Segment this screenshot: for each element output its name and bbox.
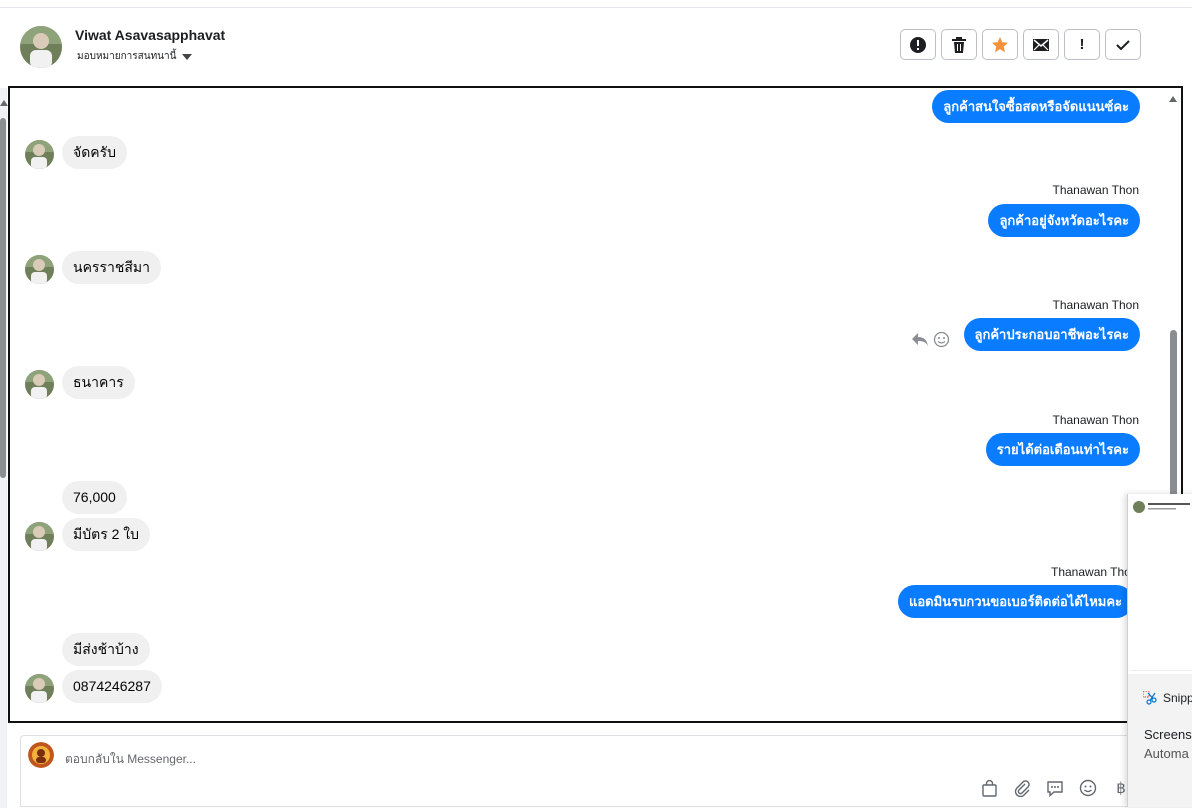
- incoming-message[interactable]: นครราชสีมา: [62, 251, 161, 284]
- react-emoji-icon[interactable]: [933, 331, 950, 353]
- outgoing-message[interactable]: ลูกค้าประกอบอาชีพอะไรคะ: [963, 318, 1140, 351]
- sender-name: Thanawan Thon: [1052, 183, 1139, 197]
- caret-down-icon: [182, 53, 193, 60]
- exclamation-icon: !: [1079, 36, 1085, 53]
- contact-avatar-small[interactable]: [25, 674, 54, 703]
- envelope-icon: [1033, 38, 1049, 51]
- scroll-up-icon[interactable]: [1169, 96, 1177, 102]
- incoming-message[interactable]: จัดครับ: [62, 136, 128, 169]
- assign-label: มอบหมายการสนทนานี้: [77, 51, 177, 62]
- assign-conversation-dropdown[interactable]: มอบหมายการสนทนานี้: [77, 49, 193, 64]
- outgoing-message[interactable]: ลูกค้าสนใจซื้อสดหรือจัดแนนซ์คะ: [932, 90, 1140, 123]
- contact-avatar-small[interactable]: [25, 370, 54, 399]
- notification-title: Screensh: [1144, 727, 1192, 742]
- spam-button[interactable]: !: [1064, 29, 1100, 60]
- incoming-message[interactable]: ธนาคาร: [62, 366, 135, 399]
- alert-circle-button[interactable]: [900, 29, 936, 60]
- conversation-header: Viwat Asavasapphavat มอบหมายการสนทนานี้: [8, 8, 1182, 86]
- notification-subtitle: Automa: [1144, 746, 1189, 761]
- notification-app: Snipp: [1143, 691, 1192, 705]
- outgoing-message[interactable]: ลูกค้าอยู่จังหวัดอะไรคะ: [988, 204, 1140, 237]
- delete-button[interactable]: [941, 29, 977, 60]
- star-icon: [992, 36, 1008, 52]
- sender-name: Thanawan Thon: [1052, 413, 1139, 427]
- contact-name[interactable]: Viwat Asavasapphavat: [75, 27, 225, 43]
- incoming-message[interactable]: มีบัตร 2 ใบ: [62, 518, 151, 551]
- snipping-tool-notification[interactable]: Snipp Screensh Automa: [1127, 494, 1192, 807]
- composer-toolbar: ฿: [979, 778, 1131, 798]
- contact-avatar[interactable]: [20, 26, 62, 68]
- left-scroll-up-icon[interactable]: [0, 100, 8, 106]
- paperclip-icon[interactable]: [1012, 778, 1032, 798]
- mark-done-button[interactable]: [1105, 29, 1141, 60]
- message-thread[interactable]: ลูกค้าสนใจซื้อสดหรือจัดแนนซ์คะ จัดครับ T…: [8, 86, 1183, 723]
- top-border: [0, 0, 1192, 8]
- contact-avatar-small[interactable]: [25, 140, 54, 169]
- trash-icon: [952, 36, 966, 53]
- incoming-message[interactable]: 76,000: [62, 481, 127, 514]
- scissors-icon: [1143, 691, 1157, 705]
- emoji-icon[interactable]: [1078, 778, 1098, 798]
- reply-input[interactable]: ตอบกลับใน Messenger...: [65, 750, 196, 769]
- contact-avatar-small[interactable]: [25, 522, 54, 551]
- outgoing-message[interactable]: รายได้ต่อเดือนเท่าไรคะ: [985, 433, 1140, 466]
- star-button[interactable]: [982, 29, 1018, 60]
- check-icon: [1116, 39, 1130, 50]
- notification-app-name: Snipp: [1163, 691, 1192, 705]
- saved-reply-icon[interactable]: [1045, 778, 1065, 798]
- shopping-bag-icon[interactable]: [979, 778, 999, 798]
- left-scrollbar-thumb[interactable]: [0, 118, 6, 478]
- screenshot-thumbnail[interactable]: [1130, 498, 1192, 671]
- sender-name: Thanawan Thon: [1052, 298, 1139, 312]
- mark-unread-button[interactable]: [1023, 29, 1059, 60]
- incoming-message[interactable]: มีส่งช้าบ้าง: [62, 633, 150, 666]
- header-actions: !: [900, 29, 1141, 60]
- reply-composer[interactable]: ตอบกลับใน Messenger... ฿: [20, 735, 1130, 807]
- contact-avatar-small[interactable]: [25, 255, 54, 284]
- alert-circle-icon: [910, 36, 926, 53]
- page-avatar: [28, 742, 54, 768]
- sender-name: Thanawan Thon: [1051, 565, 1138, 579]
- reply-arrow-icon[interactable]: [911, 331, 929, 352]
- outgoing-message[interactable]: แอดมินรบกวนขอเบอร์ติดต่อได้ไหมคะ: [898, 585, 1134, 618]
- incoming-message[interactable]: 0874246287: [62, 670, 162, 703]
